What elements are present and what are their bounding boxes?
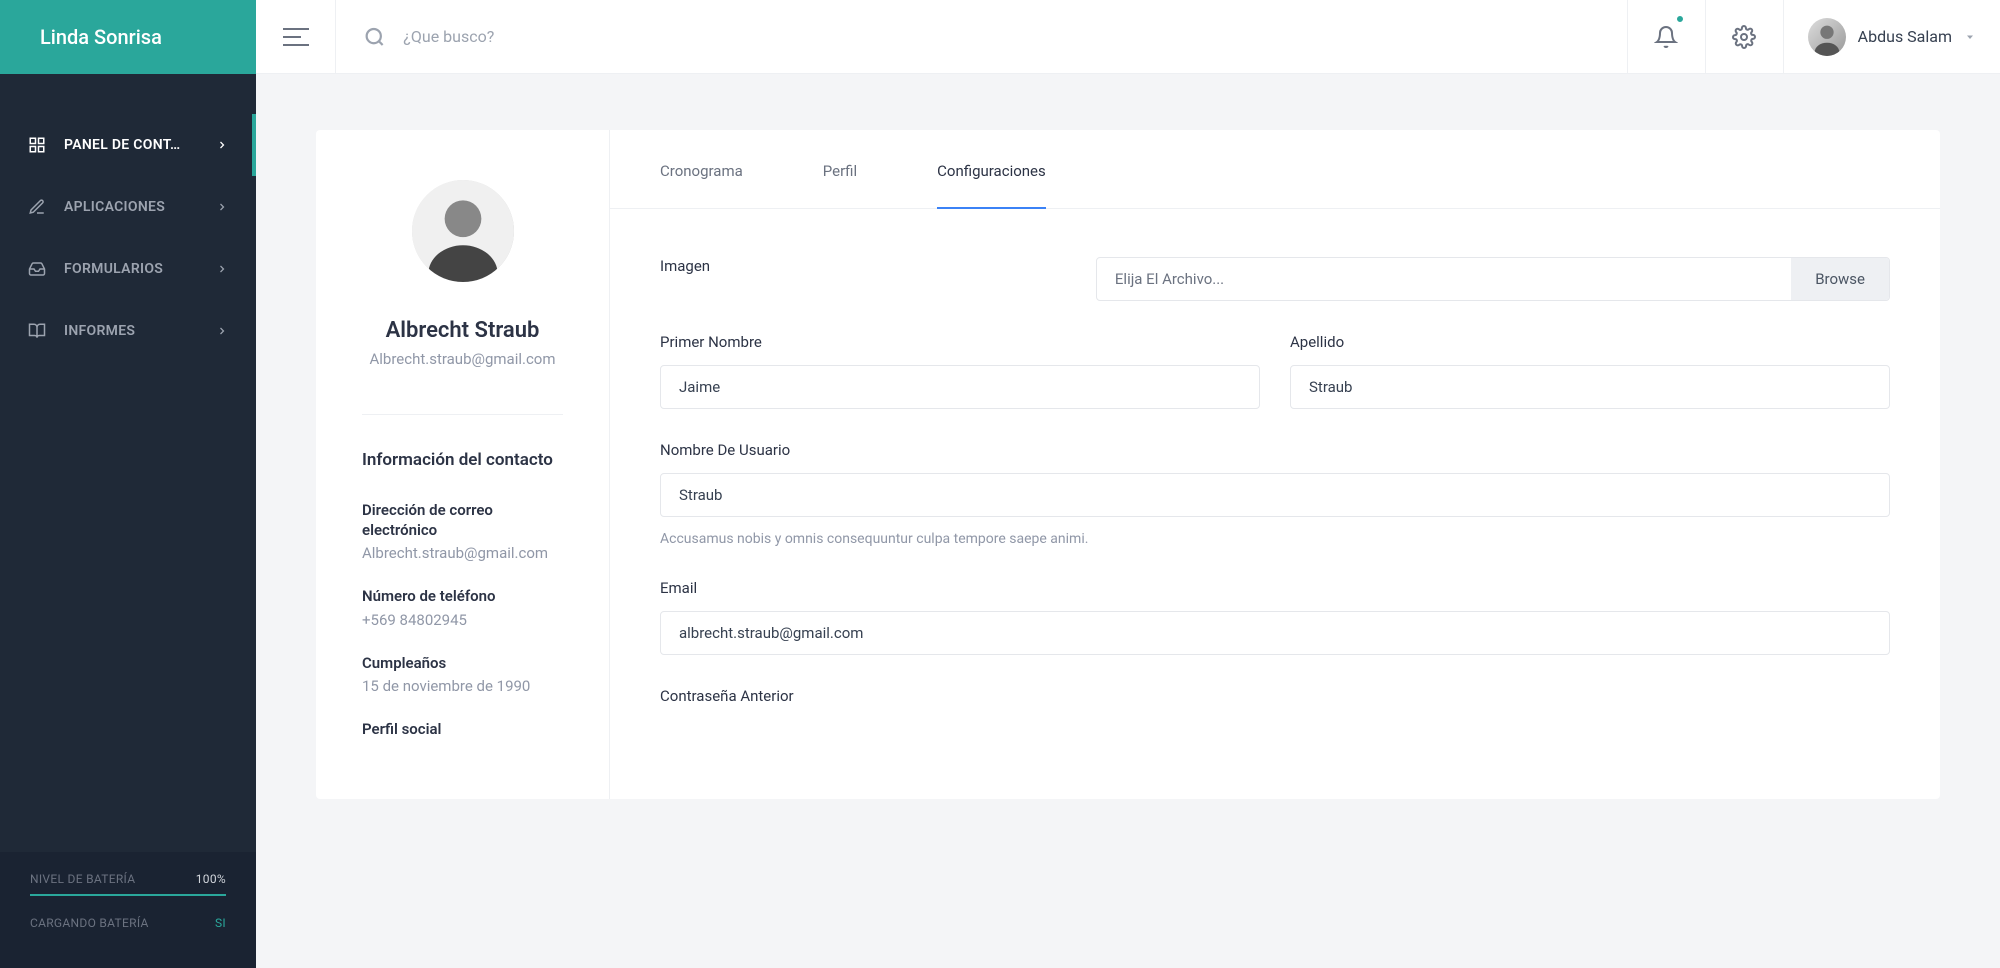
- tab-settings[interactable]: Configuraciones: [937, 130, 1046, 208]
- profile-card: Albrecht Straub Albrecht.straub@gmail.co…: [316, 130, 1940, 799]
- notification-dot: [1675, 14, 1685, 24]
- contact-section-title: Información del contacto: [362, 449, 563, 472]
- chevron-right-icon: [216, 325, 228, 337]
- search-icon: [364, 26, 385, 48]
- phone-value: +569 84802945: [362, 611, 563, 629]
- first-name-input[interactable]: [660, 365, 1260, 409]
- charging-value: SI: [215, 916, 226, 930]
- menu-toggle-button[interactable]: [256, 0, 336, 73]
- topbar: Abdus Salam: [256, 0, 2000, 74]
- user-menu-button[interactable]: Abdus Salam: [1783, 0, 2000, 73]
- battery-level-label: NIVEL DE BATERÍA: [30, 872, 135, 886]
- tab-profile[interactable]: Perfil: [823, 130, 857, 208]
- content-area: Albrecht Straub Albrecht.straub@gmail.co…: [256, 74, 2000, 968]
- menu-icon: [283, 27, 309, 47]
- avatar: [1808, 18, 1846, 56]
- email-label: Email: [660, 579, 1890, 597]
- email-input[interactable]: [660, 611, 1890, 655]
- username-hint: Accusamus nobis y omnis consequuntur cul…: [660, 531, 1890, 547]
- main-nav: PANEL DE CONT… APLICACIONES FORMULARIOS …: [0, 74, 256, 852]
- tab-timeline[interactable]: Cronograma: [660, 130, 743, 208]
- profile-email: Albrecht.straub@gmail.com: [362, 349, 563, 370]
- reports-icon: [28, 322, 46, 340]
- image-label: Imagen: [660, 257, 1066, 275]
- user-name: Abdus Salam: [1858, 27, 1952, 46]
- profile-main: Cronograma Perfil Configuraciones Imagen…: [610, 130, 1940, 799]
- sidebar-item-label: FORMULARIOS: [64, 261, 216, 277]
- search-container: [336, 0, 1627, 73]
- sidebar-item-apps[interactable]: APLICACIONES: [0, 176, 256, 238]
- sidebar: Linda Sonrisa PANEL DE CONT… APLICACIONE…: [0, 0, 256, 968]
- bell-icon: [1654, 25, 1678, 49]
- email-value: Albrecht.straub@gmail.com: [362, 544, 563, 562]
- chevron-right-icon: [216, 139, 228, 151]
- charging-label: CARGANDO BATERÍA: [30, 916, 149, 930]
- profile-avatar: [412, 180, 514, 282]
- sidebar-footer: NIVEL DE BATERÍA 100% CARGANDO BATERÍA S…: [0, 852, 256, 968]
- sidebar-item-forms[interactable]: FORMULARIOS: [0, 238, 256, 300]
- settings-button[interactable]: [1705, 0, 1783, 73]
- first-name-label: Primer Nombre: [660, 333, 1260, 351]
- sidebar-item-label: PANEL DE CONT…: [64, 137, 216, 153]
- old-password-label: Contraseña Anterior: [660, 687, 1890, 705]
- username-label: Nombre De Usuario: [660, 441, 1890, 459]
- profile-name: Albrecht Straub: [362, 318, 563, 343]
- sidebar-item-dashboard[interactable]: PANEL DE CONT…: [0, 114, 256, 176]
- sidebar-item-label: INFORMES: [64, 323, 216, 339]
- phone-label: Número de teléfono: [362, 586, 563, 606]
- forms-icon: [28, 260, 46, 278]
- browse-button[interactable]: Browse: [1791, 258, 1889, 300]
- profile-sidebar: Albrecht Straub Albrecht.straub@gmail.co…: [316, 130, 610, 799]
- chevron-right-icon: [216, 263, 228, 275]
- file-input[interactable]: Elija El Archivo... Browse: [1096, 257, 1890, 301]
- chevron-down-icon: [1964, 31, 1976, 43]
- search-input[interactable]: [403, 27, 1598, 46]
- file-placeholder: Elija El Archivo...: [1097, 258, 1791, 300]
- gear-icon: [1732, 25, 1756, 49]
- battery-level-value: 100%: [196, 872, 226, 886]
- brand-logo[interactable]: Linda Sonrisa: [0, 0, 256, 74]
- last-name-label: Apellido: [1290, 333, 1890, 351]
- social-label: Perfil social: [362, 719, 563, 739]
- settings-form: Imagen Elija El Archivo... Browse: [610, 209, 1940, 799]
- dashboard-icon: [28, 136, 46, 154]
- chevron-right-icon: [216, 201, 228, 213]
- sidebar-item-reports[interactable]: INFORMES: [0, 300, 256, 362]
- divider: [362, 414, 563, 415]
- birthday-value: 15 de noviembre de 1990: [362, 677, 563, 695]
- battery-bar: [30, 894, 226, 896]
- tabs: Cronograma Perfil Configuraciones: [610, 130, 1940, 209]
- email-label: Dirección de correo electrónico: [362, 500, 563, 541]
- birthday-label: Cumpleaños: [362, 653, 563, 673]
- last-name-input[interactable]: [1290, 365, 1890, 409]
- username-input[interactable]: [660, 473, 1890, 517]
- notifications-button[interactable]: [1627, 0, 1705, 73]
- apps-icon: [28, 198, 46, 216]
- sidebar-item-label: APLICACIONES: [64, 199, 216, 215]
